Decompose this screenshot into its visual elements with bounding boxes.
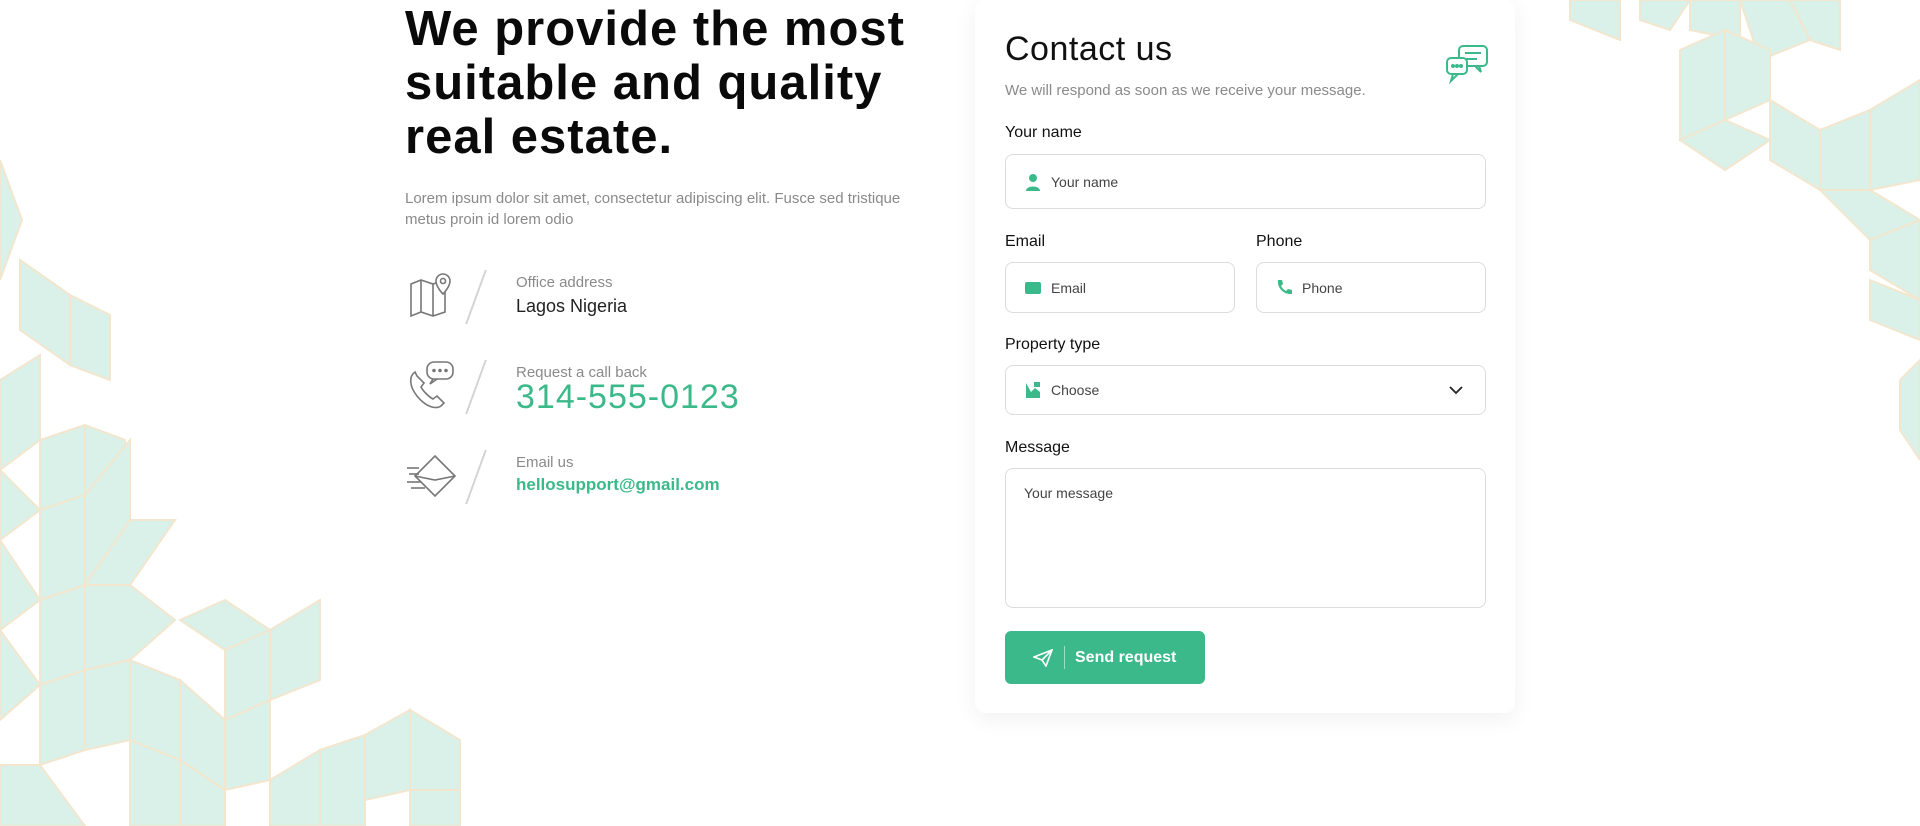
property-icon [1026,382,1040,398]
form-title: Contact us [1005,30,1173,68]
call-back-item: Request a call back 314-555-0123 [405,360,825,450]
email-us-label: Email us [516,454,574,471]
map-pin-icon [410,273,451,318]
email-us-link[interactable]: hellosupport@gmail.com [516,475,720,495]
phone-input[interactable]: Phone [1256,262,1486,313]
envelope-icon [1025,281,1041,294]
paper-plane-icon [1033,649,1053,667]
name-label: Your name [1005,124,1082,141]
page-title: We provide the most suitable and quality… [405,0,945,164]
name-placeholder: Your name [1051,173,1119,190]
send-request-label: Send request [1075,649,1177,666]
message-label: Message [1005,439,1070,456]
call-back-phone[interactable]: 314-555-0123 [516,378,740,417]
contact-info-list: Office address Lagos Nigeria Request a c… [405,270,825,540]
chat-bubbles-icon [1446,45,1488,85]
user-icon [1026,173,1040,191]
hero-lead-text: Lorem ipsum dolor sit amet, consectetur … [405,190,901,228]
title-line-2: suitable and quality [405,56,883,110]
property-type-selected: Choose [1051,382,1100,398]
phone-placeholder: Phone [1302,279,1343,296]
phone-chat-icon [409,361,454,409]
phone-icon [1277,279,1292,294]
office-address-value: Lagos Nigeria [516,296,628,316]
send-request-button[interactable]: Send request [1005,631,1205,684]
chevron-down-icon [1449,386,1463,395]
email-label: Email [1005,233,1046,250]
form-subtitle: We will respond as soon as we receive yo… [1005,82,1366,99]
divider-slash [465,360,487,414]
title-line-1: We provide the most [405,2,906,56]
message-placeholder: Your message [1024,485,1113,501]
office-address-label: Office address [516,274,613,291]
phone-label: Phone [1256,233,1303,250]
title-line-3: real estate. [405,110,674,164]
envelope-fast-icon [407,454,457,498]
property-type-label: Property type [1005,336,1101,353]
background-pattern-right [1569,0,1920,460]
hero-section: We provide the most suitable and quality… [405,0,945,230]
property-type-select[interactable]: Choose [1005,365,1486,415]
contact-form-card: Contact us We will respond as soon as we… [975,0,1515,713]
divider-slash [465,270,487,324]
office-address-item: Office address Lagos Nigeria [405,270,825,360]
name-input[interactable]: Your name [1005,154,1486,209]
email-input[interactable]: Email [1005,262,1235,313]
button-divider [1064,646,1065,669]
email-us-item: Email us hellosupport@gmail.com [405,450,825,540]
email-placeholder: Email [1051,279,1087,296]
message-textarea[interactable]: Your message [1005,468,1486,608]
divider-slash [465,450,487,504]
